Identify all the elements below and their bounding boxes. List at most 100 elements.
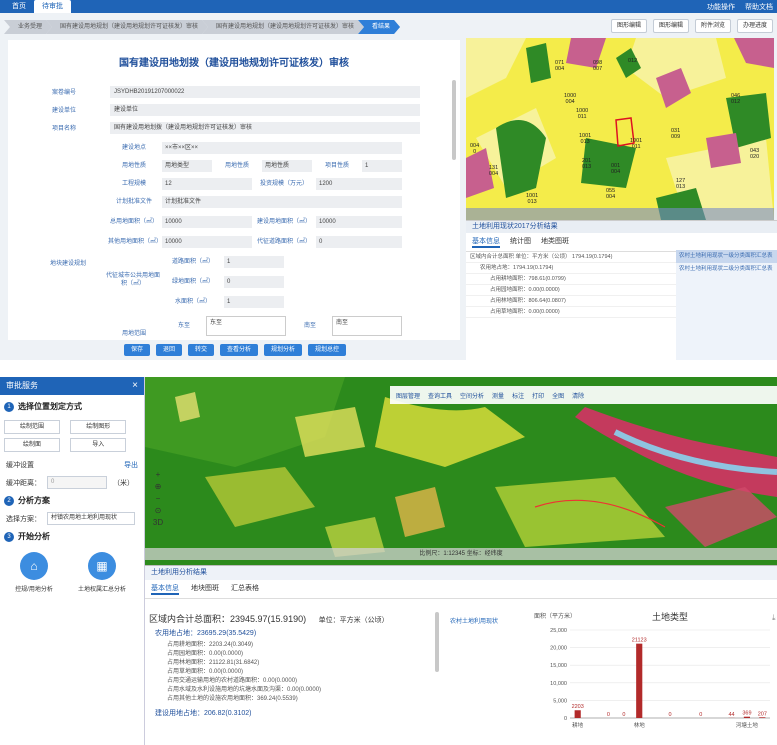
south-textarea[interactable]: 南至 [332, 316, 402, 336]
mark-button[interactable]: 标注 [512, 391, 524, 400]
agri-line: 占用耕地面积：2203.24(0.3049) [167, 642, 254, 648]
buffer-setting-label[interactable]: 缓冲设置 [6, 460, 34, 470]
import-button[interactable]: 导入 [70, 438, 127, 452]
sub-value[interactable]: 1 [224, 256, 284, 268]
parcel-label: 1001 011 [630, 138, 643, 150]
sub-value[interactable]: 0 [316, 236, 402, 248]
section-label: 地块建设规划 [49, 261, 86, 267]
transfer-button[interactable]: 转交 [187, 344, 214, 356]
sub-value[interactable]: 10000 [162, 236, 252, 248]
tab-home[interactable]: 首页 [4, 0, 34, 13]
agri-line: 占用园地面积：0.00(0.0000) [167, 651, 244, 657]
layer-manager-button[interactable]: 图层管理 [396, 391, 420, 400]
locate-icon[interactable]: ⊙ [155, 506, 162, 515]
list-scrollbar[interactable] [435, 612, 439, 672]
edit-graphic-button-2[interactable]: 图形编辑 [652, 19, 689, 33]
return-button[interactable]: 退回 [155, 344, 182, 356]
section-3: 3 开始分析 [4, 531, 140, 542]
tab-basic-info[interactable]: 基本信息 [472, 236, 500, 248]
landuse-analysis-button[interactable]: ⌂ 控规/用地分析 [10, 552, 58, 600]
east-textarea[interactable]: 东至 [206, 316, 286, 336]
save-button[interactable]: 保存 [123, 344, 150, 356]
flow-step-current[interactable]: 看结果 [358, 20, 400, 34]
sub-label: 绿地面积（㎡） [171, 279, 214, 285]
measure-button[interactable]: 测量 [492, 391, 504, 400]
view-analysis-button[interactable]: 查看分析 [220, 344, 259, 356]
buffer-input[interactable]: 0 [47, 476, 107, 489]
sub-label: 建设用地面积（㎡） [256, 219, 311, 225]
sub-value[interactable]: 计划批准文件 [162, 196, 402, 208]
panel-header: 审批服务 × [0, 377, 144, 395]
print-button[interactable]: 打印 [532, 391, 544, 400]
tab-basic-info[interactable]: 基本信息 [151, 583, 179, 595]
flow-step[interactable]: 国有建设用地规划（建设用地规划许可证核发）审核 [46, 20, 208, 34]
draw-range-button[interactable]: 绘制范围 [4, 420, 60, 434]
step-1-icon: 1 [4, 401, 14, 412]
clear-button[interactable]: 清除 [572, 391, 584, 400]
draw-face-button[interactable]: 绘制面 [4, 438, 60, 452]
tab-pending[interactable]: 待审批 [34, 0, 71, 13]
draw-shape-button[interactable]: 绘制图形 [70, 420, 127, 434]
field-label: 案卷编号 [51, 90, 76, 96]
zoom-in-icon[interactable]: + [156, 470, 161, 479]
3d-toggle[interactable]: 3D [153, 518, 163, 527]
total-label: 区域内合计总面积： [149, 614, 231, 624]
flow-step[interactable]: 业务受理 [4, 20, 52, 34]
form-title: 国有建设用地划拨（建设用地规划许可证核发）审核 [119, 58, 349, 69]
tab-chart[interactable]: 统计图 [510, 236, 531, 248]
progress-button[interactable]: 办理进度 [736, 19, 773, 33]
chart-xtick: 耕地 [572, 721, 584, 729]
query-tool-button[interactable]: 查询工具 [428, 391, 452, 400]
ownership-analysis-button[interactable]: ▦ 土地权属汇总分析 [78, 552, 126, 600]
help-menu[interactable]: 帮助文档 [745, 2, 773, 12]
landuse-map[interactable] [145, 377, 777, 565]
parcel-map[interactable]: 071 004 098 007 012 1000 004 1000 011 1001 01… [466, 38, 774, 220]
tab-parcel[interactable]: 地块图斑 [191, 583, 219, 595]
spatial-analysis-button[interactable]: 空间分析 [460, 391, 484, 400]
function-menu[interactable]: 功能操作 [707, 2, 735, 12]
field-value[interactable]: JSYDHB20191207000022 [110, 85, 420, 98]
export-button[interactable]: 导出 [124, 460, 138, 470]
parcel-label: 1001 013 [579, 133, 592, 145]
tab-summary[interactable]: 汇总表格 [231, 583, 259, 595]
form-scrollbar[interactable] [452, 80, 456, 160]
sub-value[interactable]: 10000 [162, 216, 252, 228]
plan-control-button[interactable]: 规划总控 [308, 344, 347, 356]
form-row: 建设单位 建设单位 [18, 102, 420, 117]
zoom-out-icon[interactable]: − [156, 494, 161, 503]
legend-item[interactable]: 农村土地利用现状 [450, 616, 498, 625]
buffer-setting-row: 缓冲设置 导出 [6, 460, 138, 470]
sub-value[interactable]: 1 [224, 296, 284, 308]
sub-label: 南至 [303, 323, 316, 329]
close-icon[interactable]: × [132, 377, 138, 395]
compass-icon[interactable]: ⊕ [155, 482, 162, 491]
chart-data-label: 44 [728, 712, 734, 718]
field-value[interactable]: 建设单位 [110, 103, 420, 116]
field-value[interactable]: 国有建设用地划拨（建设用地规划许可证核发）审核 [110, 121, 420, 134]
sub-label: 其他用地面积（㎡） [108, 239, 163, 245]
step-3-icon: 3 [4, 531, 14, 542]
sub-label: 建设地点 [121, 145, 146, 151]
analysis-line: 占用耕地面积：798.61(0.0799) [466, 274, 676, 285]
sub-value[interactable]: ××市××区×× [162, 142, 402, 154]
sub-value[interactable]: 用地类型 [162, 160, 212, 172]
agri-summary: 农用地占地：23695.29(35.5429) [155, 630, 257, 637]
zoom-controls: + ⊕ − ⊙ 3D [150, 470, 166, 540]
sub-value[interactable]: 0 [224, 276, 284, 288]
sub-value[interactable]: 12 [162, 178, 252, 190]
summary-item[interactable]: 农村土地利用现状一级分类面积汇总表 [676, 250, 777, 263]
sub-value[interactable]: 1200 [316, 178, 402, 190]
plan-analysis-button[interactable]: 规划分析 [264, 344, 303, 356]
summary-item[interactable]: 农村土地利用现状二级分类面积汇总表 [676, 263, 777, 276]
tab-parcel[interactable]: 地类图斑 [541, 236, 569, 248]
sub-value[interactable]: 用地性质 [262, 160, 312, 172]
edit-graphic-button[interactable]: 图形编辑 [610, 19, 647, 33]
flow-step[interactable]: 国有建设用地规划（建设用地规划许可证核发）审核 [202, 20, 364, 34]
fullmap-button[interactable]: 全图 [552, 391, 564, 400]
attachment-button[interactable]: 附件浏览 [694, 19, 731, 33]
chart-bar [759, 717, 766, 718]
scheme-select[interactable]: 村镇农用地土地利用现状 [47, 512, 135, 525]
sub-value[interactable]: 10000 [316, 216, 402, 228]
section-title: 分析方案 [18, 496, 50, 505]
sub-value[interactable]: 1 [362, 160, 402, 172]
